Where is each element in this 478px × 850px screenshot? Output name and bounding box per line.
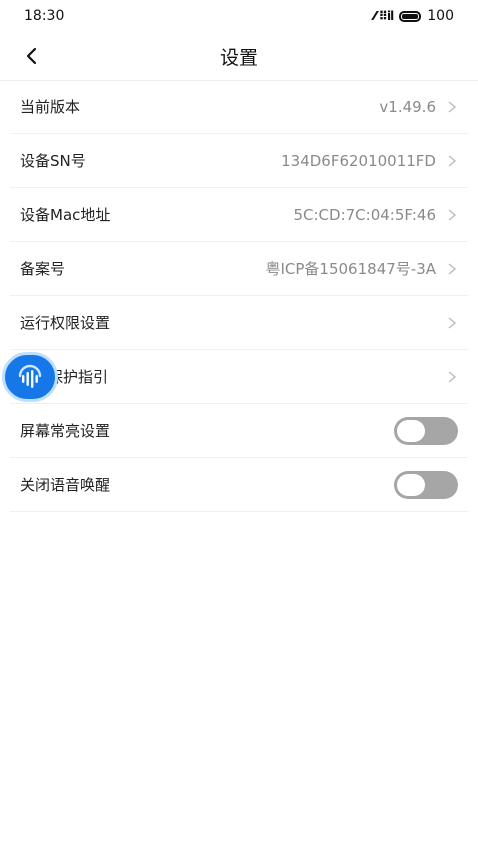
- setting-row-voice-wake: 关闭语音唤醒: [10, 458, 468, 512]
- screen-on-toggle[interactable]: [394, 416, 458, 445]
- setting-right: [446, 316, 458, 330]
- chevron-left-icon: [26, 47, 37, 65]
- voice-assistant-button[interactable]: [2, 352, 58, 402]
- setting-right: 134D6F62010011FD: [281, 152, 458, 170]
- header: 设置: [0, 32, 478, 81]
- voice-wave-icon: [18, 364, 42, 388]
- setting-value: 134D6F62010011FD: [281, 151, 436, 170]
- battery-icon: [399, 10, 422, 22]
- chevron-right-icon: [448, 208, 457, 221]
- setting-label: 屏幕常亮设置: [20, 422, 111, 440]
- settings-list: 当前版本 v1.49.6 设备SN号 134D6F62010011FD 设备Ma…: [10, 80, 468, 512]
- status-time: 18:30: [24, 8, 65, 24]
- voice-wake-toggle[interactable]: [394, 470, 458, 499]
- setting-row-protection-guide[interactable]: 保护指引: [10, 350, 468, 404]
- setting-value: v1.49.6: [379, 97, 436, 116]
- setting-right: 粤ICP备15061847号-3A: [265, 258, 458, 279]
- signal-icon: ⁄⁄ ⠿il: [373, 9, 394, 23]
- setting-label: 运行权限设置: [20, 314, 111, 332]
- status-bar: 18:30 ⁄⁄ ⠿il 100: [0, 0, 478, 32]
- setting-right: v1.49.6: [379, 98, 458, 116]
- setting-label: 设备SN号: [20, 152, 86, 170]
- status-icons: ⁄⁄ ⠿il 100: [373, 8, 454, 24]
- chevron-right-icon: [448, 154, 457, 167]
- chevron-right-icon: [448, 370, 457, 383]
- setting-label: 设备Mac地址: [20, 206, 111, 224]
- setting-row-icp[interactable]: 备案号 粤ICP备15061847号-3A: [10, 242, 468, 296]
- chevron-right-icon: [448, 100, 457, 113]
- setting-label: 当前版本: [20, 98, 81, 116]
- chevron-right-icon: [448, 262, 457, 275]
- page-title: 设置: [219, 46, 258, 69]
- setting-label: 备案号: [20, 260, 66, 278]
- back-button[interactable]: [16, 40, 48, 72]
- chevron-right-icon: [448, 316, 457, 329]
- setting-right: [446, 370, 458, 384]
- battery-level: 100: [427, 8, 454, 24]
- setting-value: 5C:CD:7C:04:5F:46: [293, 205, 436, 224]
- toggle-knob: [397, 473, 425, 496]
- setting-row-version[interactable]: 当前版本 v1.49.6: [10, 80, 468, 134]
- setting-row-mac[interactable]: 设备Mac地址 5C:CD:7C:04:5F:46: [10, 188, 468, 242]
- setting-right: 5C:CD:7C:04:5F:46: [293, 206, 458, 224]
- setting-row-screen-on: 屏幕常亮设置: [10, 404, 468, 458]
- setting-row-permissions[interactable]: 运行权限设置: [10, 296, 468, 350]
- setting-label: 关闭语音唤醒: [20, 476, 111, 494]
- setting-row-sn[interactable]: 设备SN号 134D6F62010011FD: [10, 134, 468, 188]
- toggle-knob: [397, 419, 425, 442]
- setting-value: 粤ICP备15061847号-3A: [265, 260, 436, 278]
